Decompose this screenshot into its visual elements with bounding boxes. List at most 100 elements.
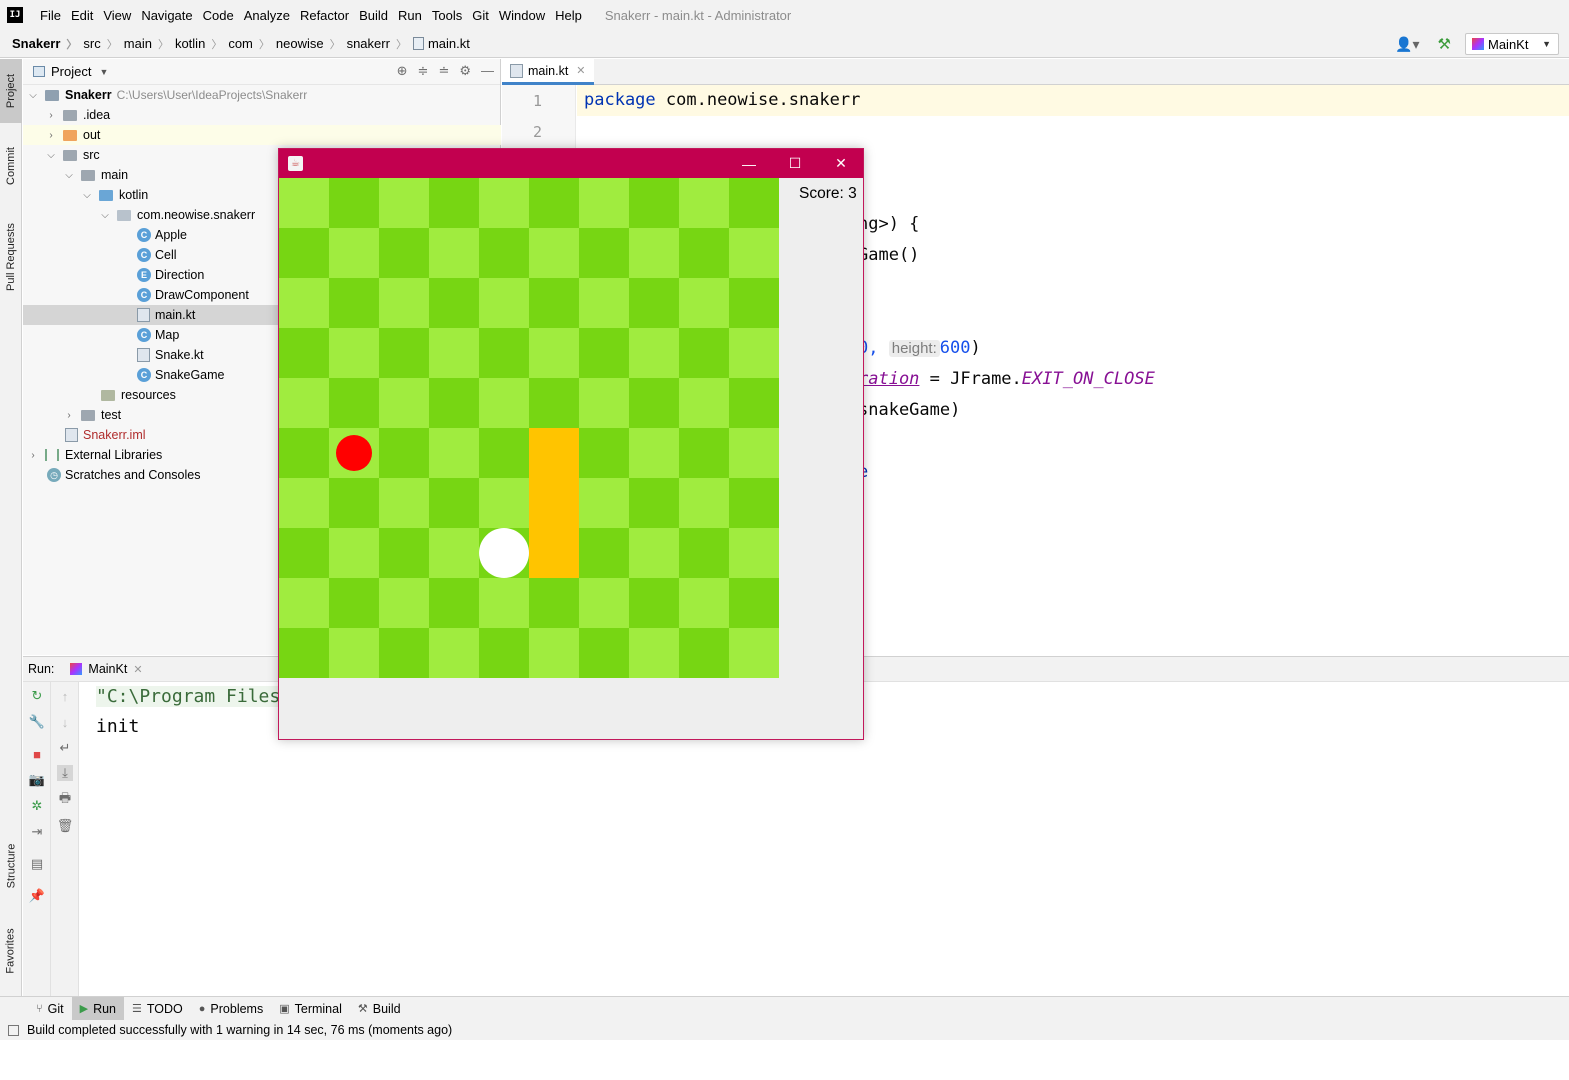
project-view-selector[interactable]: Project xyxy=(51,64,91,79)
tree-item-idea[interactable]: › .idea xyxy=(23,105,501,125)
chevron-down-icon[interactable]: ▼ xyxy=(99,67,108,77)
game-board[interactable] xyxy=(279,178,779,678)
breadcrumb[interactable]: kotlin 〉 xyxy=(175,36,228,52)
board-cell xyxy=(679,428,729,478)
tree-item-out[interactable]: › out xyxy=(23,125,501,145)
menu-navigate[interactable]: Navigate xyxy=(136,8,197,23)
menu-tools[interactable]: Tools xyxy=(427,8,467,23)
tool-tab-commit[interactable]: Commit xyxy=(0,131,22,201)
board-cell xyxy=(329,278,379,328)
close-icon[interactable]: ✕ xyxy=(133,663,142,676)
chevron-down-icon[interactable]: ⌵ xyxy=(81,190,93,201)
breadcrumb[interactable]: snakerr 〉 xyxy=(347,36,413,52)
chevron-down-icon[interactable]: ⌵ xyxy=(27,90,39,101)
menu-view[interactable]: View xyxy=(98,8,136,23)
menu-file[interactable]: File xyxy=(35,8,66,23)
menu-help[interactable]: Help xyxy=(550,8,587,23)
menu-run[interactable]: Run xyxy=(393,8,427,23)
tree-item-project-root[interactable]: ⌵ Snakerr C:\Users\User\IdeaProjects\Sna… xyxy=(23,85,501,105)
tool-tab-run[interactable]: ▶ Run xyxy=(71,996,124,1021)
tool-tab-structure[interactable]: Structure xyxy=(0,829,22,903)
game-window-titlebar[interactable]: ☕ — ☐ ✕ xyxy=(279,149,863,178)
expand-all-icon[interactable]: ≑ xyxy=(418,63,429,79)
up-arrow-icon[interactable]: ↑ xyxy=(57,688,73,704)
scroll-to-end-icon[interactable]: ⤓ xyxy=(57,765,73,781)
rerun-icon[interactable]: ↻ xyxy=(29,688,45,704)
tool-tab-project[interactable]: Project xyxy=(0,59,22,123)
board-cell xyxy=(729,428,779,478)
board-cell xyxy=(529,578,579,628)
board-cell xyxy=(329,178,379,228)
project-icon xyxy=(33,66,45,77)
tool-tab-git[interactable]: ⑂ Git xyxy=(28,997,72,1021)
board-cell xyxy=(479,428,529,478)
menu-git[interactable]: Git xyxy=(467,8,494,23)
board-cell xyxy=(379,528,429,578)
pin-icon[interactable]: 📌 xyxy=(29,888,45,904)
kotlin-file-icon xyxy=(412,37,424,50)
board-cell xyxy=(679,328,729,378)
board-cell xyxy=(279,228,329,278)
board-cell xyxy=(329,378,379,428)
chevron-down-icon[interactable]: ⌵ xyxy=(45,150,57,161)
menu-refactor[interactable]: Refactor xyxy=(295,8,354,23)
tool-tab-todo[interactable]: ☰ TODO xyxy=(124,997,191,1021)
trash-icon[interactable]: 🗑 xyxy=(57,818,74,834)
status-message[interactable]: Build completed successfully with 1 warn… xyxy=(27,1023,452,1037)
breadcrumb[interactable]: main 〉 xyxy=(124,36,175,52)
menu-code[interactable]: Code xyxy=(198,8,239,23)
board-cell xyxy=(479,578,529,628)
tool-tab-build[interactable]: ⚒ Build xyxy=(350,997,409,1021)
debug-icon[interactable]: ✲ xyxy=(29,798,45,814)
board-cell xyxy=(629,528,679,578)
chevron-right-icon[interactable]: › xyxy=(63,410,75,421)
tool-tab-pull-requests[interactable]: Pull Requests xyxy=(0,209,22,305)
game-window[interactable]: ☕ — ☐ ✕ Score: 3 xyxy=(278,148,864,740)
minimize-button[interactable]: — xyxy=(726,149,772,178)
run-tab-mainkt[interactable]: MainKt ✕ xyxy=(70,662,143,676)
breadcrumb[interactable]: Snakerr 〉 xyxy=(12,36,83,52)
wrench-icon[interactable]: 🔧 xyxy=(29,714,45,730)
breadcrumb[interactable]: src 〉 xyxy=(83,36,123,52)
board-cell xyxy=(529,178,579,228)
soft-wrap-icon[interactable]: ↵ xyxy=(57,740,73,756)
close-button[interactable]: ✕ xyxy=(818,149,864,178)
exit-icon[interactable]: ⇥ xyxy=(29,824,45,840)
kotlin-icon xyxy=(1472,38,1484,50)
breadcrumb[interactable]: main.kt xyxy=(412,36,470,51)
close-icon[interactable]: ✕ xyxy=(576,64,585,77)
camera-icon[interactable]: 📷 xyxy=(29,772,45,788)
build-hammer-icon[interactable]: ⚒ xyxy=(1438,35,1451,53)
tab-main-kt[interactable]: main.kt ✕ xyxy=(502,59,594,85)
chevron-right-icon[interactable]: › xyxy=(45,130,57,141)
board-cell xyxy=(279,378,329,428)
chevron-down-icon[interactable]: ⌵ xyxy=(99,210,111,221)
menu-build[interactable]: Build xyxy=(354,8,393,23)
user-icon[interactable]: 👤▾ xyxy=(1395,36,1419,53)
menu-analyze[interactable]: Analyze xyxy=(239,8,295,23)
navigation-bar: Snakerr 〉 src 〉 main 〉 kotlin 〉 com 〉 neowise… xyxy=(0,30,1569,58)
line-number: 2 xyxy=(532,123,542,141)
locate-icon[interactable]: ⊕ xyxy=(397,63,408,79)
collapse-all-icon[interactable]: ≐ xyxy=(438,63,449,79)
maximize-button[interactable]: ☐ xyxy=(772,149,818,178)
tool-tab-problems[interactable]: ● Problems xyxy=(191,997,271,1021)
chevron-right-icon[interactable]: › xyxy=(45,110,57,121)
print-icon[interactable]: 🖶 xyxy=(57,790,73,808)
layout-icon[interactable]: ▤ xyxy=(29,856,45,872)
parameter-hint: height: xyxy=(888,340,940,357)
breadcrumb[interactable]: com 〉 xyxy=(228,36,276,52)
chevron-right-icon[interactable]: › xyxy=(27,450,39,461)
hide-icon[interactable]: — xyxy=(481,63,494,79)
down-arrow-icon[interactable]: ↓ xyxy=(57,714,73,730)
menu-window[interactable]: Window xyxy=(494,8,550,23)
tool-tab-terminal[interactable]: ▣ Terminal xyxy=(271,997,350,1021)
gear-icon[interactable]: ⚙ xyxy=(459,63,471,79)
stop-icon[interactable]: ■ xyxy=(29,746,45,762)
tool-tab-favorites[interactable]: Favorites xyxy=(0,917,22,985)
toggle-tool-windows-icon[interactable] xyxy=(8,1024,19,1036)
menu-edit[interactable]: Edit xyxy=(66,8,98,23)
breadcrumb[interactable]: neowise 〉 xyxy=(276,36,347,52)
run-configuration-select[interactable]: MainKt ▼ xyxy=(1465,33,1559,55)
chevron-down-icon[interactable]: ⌵ xyxy=(63,170,75,181)
